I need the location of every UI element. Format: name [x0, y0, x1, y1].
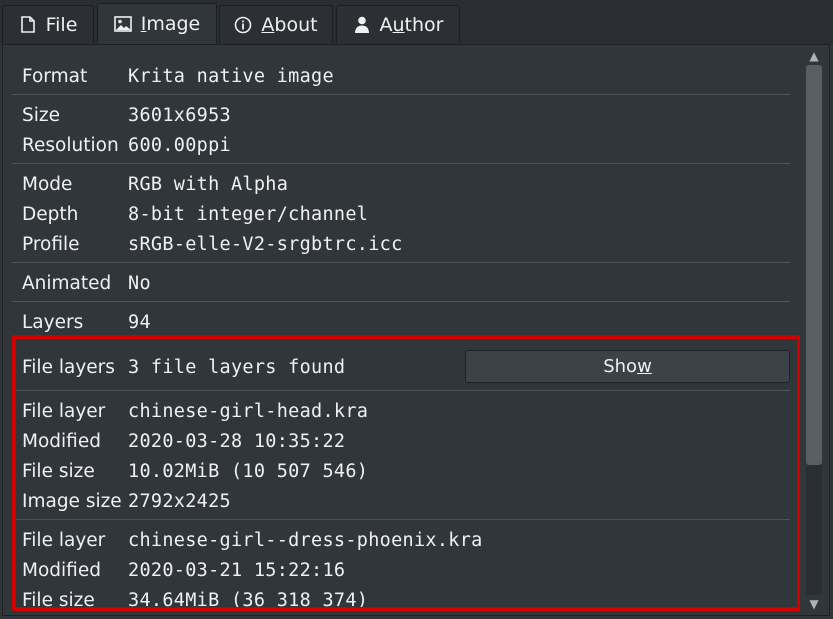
- scroll-up-icon[interactable]: ▲: [806, 49, 822, 63]
- tab-about-label: About: [261, 13, 318, 36]
- size-label: Size: [22, 104, 60, 126]
- scroll-thumb[interactable]: [806, 65, 822, 465]
- tab-bar: File Image About Author: [0, 0, 833, 44]
- animated-value: No: [128, 272, 151, 294]
- tab-author-label: Author: [379, 13, 444, 36]
- vertical-scrollbar[interactable]: ▲ ▼: [802, 47, 826, 613]
- modified-value: 2020-03-21 15:22:16: [128, 559, 346, 581]
- profile-label: Profile: [22, 233, 80, 255]
- layers-label: Layers: [22, 311, 84, 333]
- document-icon: [19, 16, 37, 34]
- modified-label: Modified: [22, 559, 101, 581]
- file-layer-label: File layer: [22, 529, 106, 551]
- tab-image[interactable]: Image: [97, 3, 217, 44]
- image-icon: [113, 15, 132, 33]
- file-layers-label: File layers: [22, 356, 115, 378]
- file-layer-value: chinese-girl--dress-phoenix.kra: [128, 529, 483, 551]
- tab-image-label: Image: [140, 13, 201, 35]
- profile-value: sRGB-elle-V2-srgbtrc.icc: [128, 233, 403, 255]
- properties-scroll-area[interactable]: Format Krita native image Size 3601x6953…: [3, 45, 800, 615]
- file-size-value: 10.02MiB (10 507 546): [128, 460, 369, 482]
- image-properties-panel: Format Krita native image Size 3601x6953…: [2, 44, 830, 616]
- layers-value: 94: [128, 311, 151, 333]
- depth-label: Depth: [22, 203, 79, 225]
- scroll-track[interactable]: [806, 65, 822, 595]
- resolution-label: Resolution: [22, 134, 119, 156]
- mode-value: RGB with Alpha: [128, 173, 289, 195]
- image-size-value: 2792x2425: [128, 490, 231, 512]
- image-size-label: Image size: [22, 490, 122, 512]
- file-layer-value: chinese-girl-head.kra: [128, 400, 369, 422]
- file-layers-value: 3 file layers found: [128, 356, 346, 378]
- separator: [12, 163, 790, 164]
- size-value: 3601x6953: [128, 104, 231, 126]
- user-icon: [353, 16, 371, 34]
- scroll-down-icon[interactable]: ▼: [806, 597, 822, 611]
- tab-about[interactable]: About: [219, 5, 333, 43]
- show-button-label: Show: [603, 356, 652, 377]
- modified-value: 2020-03-28 10:35:22: [128, 430, 346, 452]
- resolution-value: 600.00ppi: [128, 134, 231, 156]
- separator: [12, 519, 790, 520]
- file-size-label: File size: [22, 589, 95, 611]
- separator: [12, 94, 790, 95]
- tab-file-label: File: [45, 13, 78, 36]
- info-icon: [234, 16, 252, 34]
- tab-author[interactable]: Author: [336, 5, 460, 43]
- separator: [12, 301, 790, 302]
- tab-file[interactable]: File: [2, 5, 94, 43]
- mode-label: Mode: [22, 173, 73, 195]
- animated-label: Animated: [22, 272, 112, 294]
- modified-label: Modified: [22, 430, 101, 452]
- depth-value: 8-bit integer/channel: [128, 203, 369, 225]
- format-label: Format: [22, 65, 88, 87]
- file-layer-label: File layer: [22, 400, 106, 422]
- show-button[interactable]: Show: [465, 350, 790, 383]
- separator: [12, 262, 790, 263]
- separator: [12, 390, 790, 391]
- file-size-label: File size: [22, 460, 95, 482]
- file-size-value: 34.64MiB (36 318 374): [128, 589, 369, 611]
- format-value: Krita native image: [128, 65, 334, 87]
